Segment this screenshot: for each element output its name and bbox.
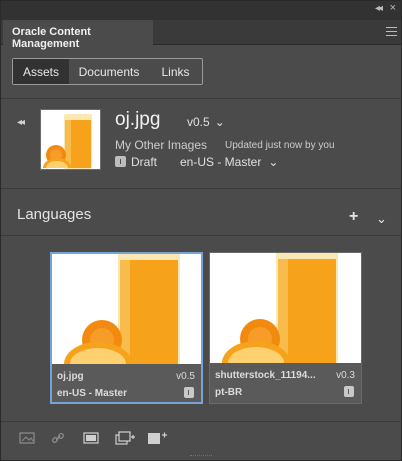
tab-links[interactable]: Links <box>149 59 202 84</box>
asset-thumbnail <box>40 109 101 170</box>
link-icon[interactable] <box>51 431 65 445</box>
version-selector[interactable]: v0.5 ⌄ <box>187 115 225 129</box>
language-card-image <box>52 254 201 364</box>
duplicate-icon[interactable] <box>115 431 135 445</box>
language-card-en-us[interactable]: oj.jpg v0.5 en-US - Master <box>50 252 203 404</box>
chevron-down-icon: ⌄ <box>214 115 225 129</box>
card-locale: en-US - Master <box>57 388 128 399</box>
divider <box>1 98 401 99</box>
panel-tab-bar: Oracle Content Management <box>1 20 401 50</box>
resize-handle[interactable] <box>190 455 212 458</box>
tab-assets[interactable]: Assets <box>13 59 69 84</box>
close-icon[interactable]: × <box>390 2 396 14</box>
status-icon <box>115 156 126 167</box>
asset-name: oj.jpg <box>115 109 161 130</box>
locale-selector[interactable]: en-US - Master ⌄ <box>180 155 278 169</box>
card-name: shutterstock_11194... <box>215 370 316 381</box>
status-label: Draft <box>131 155 158 169</box>
orange-juice-image <box>41 110 100 169</box>
double-chevron-left-icon[interactable]: ◂◂ <box>375 3 383 14</box>
status-icon <box>344 386 354 397</box>
orange-juice-image <box>210 253 361 363</box>
chevron-down-icon: ⌄ <box>268 155 279 169</box>
panel-tab[interactable]: Oracle Content Management <box>3 20 153 50</box>
view-switcher: Assets Documents Links <box>12 58 203 85</box>
add-icon[interactable]: + <box>349 208 358 226</box>
hamburger-icon[interactable] <box>386 27 397 36</box>
status-icon <box>184 387 194 398</box>
add-image-icon[interactable] <box>147 431 167 445</box>
card-locale: pt-BR <box>215 387 243 398</box>
version-label: v0.5 <box>187 115 210 129</box>
tab-documents[interactable]: Documents <box>69 59 149 84</box>
card-version: v0.3 <box>336 370 355 381</box>
divider <box>1 235 401 236</box>
oracle-content-panel: ◂◂ × Oracle Content Management Assets Do… <box>0 0 402 461</box>
orange-juice-image <box>52 254 201 364</box>
place-icon[interactable] <box>83 431 99 445</box>
language-card-pt-br[interactable]: shutterstock_11194... v0.3 pt-BR <box>209 252 362 404</box>
divider <box>1 421 401 422</box>
card-name: oj.jpg <box>57 371 84 382</box>
language-card-image <box>210 253 361 363</box>
updated-text: Updated just now by you <box>225 140 335 151</box>
back-icon[interactable]: ◂◂ <box>17 117 25 128</box>
panel-title-strip: ◂◂ × <box>1 1 401 20</box>
card-version: v0.5 <box>176 371 195 382</box>
collection-name: My Other Images <box>115 138 208 152</box>
chevron-down-icon[interactable]: ⌄ <box>376 211 387 227</box>
languages-heading: Languages <box>17 206 92 223</box>
locale-label: en-US - Master <box>180 155 262 169</box>
image-icon[interactable] <box>19 431 35 445</box>
divider <box>1 188 401 189</box>
